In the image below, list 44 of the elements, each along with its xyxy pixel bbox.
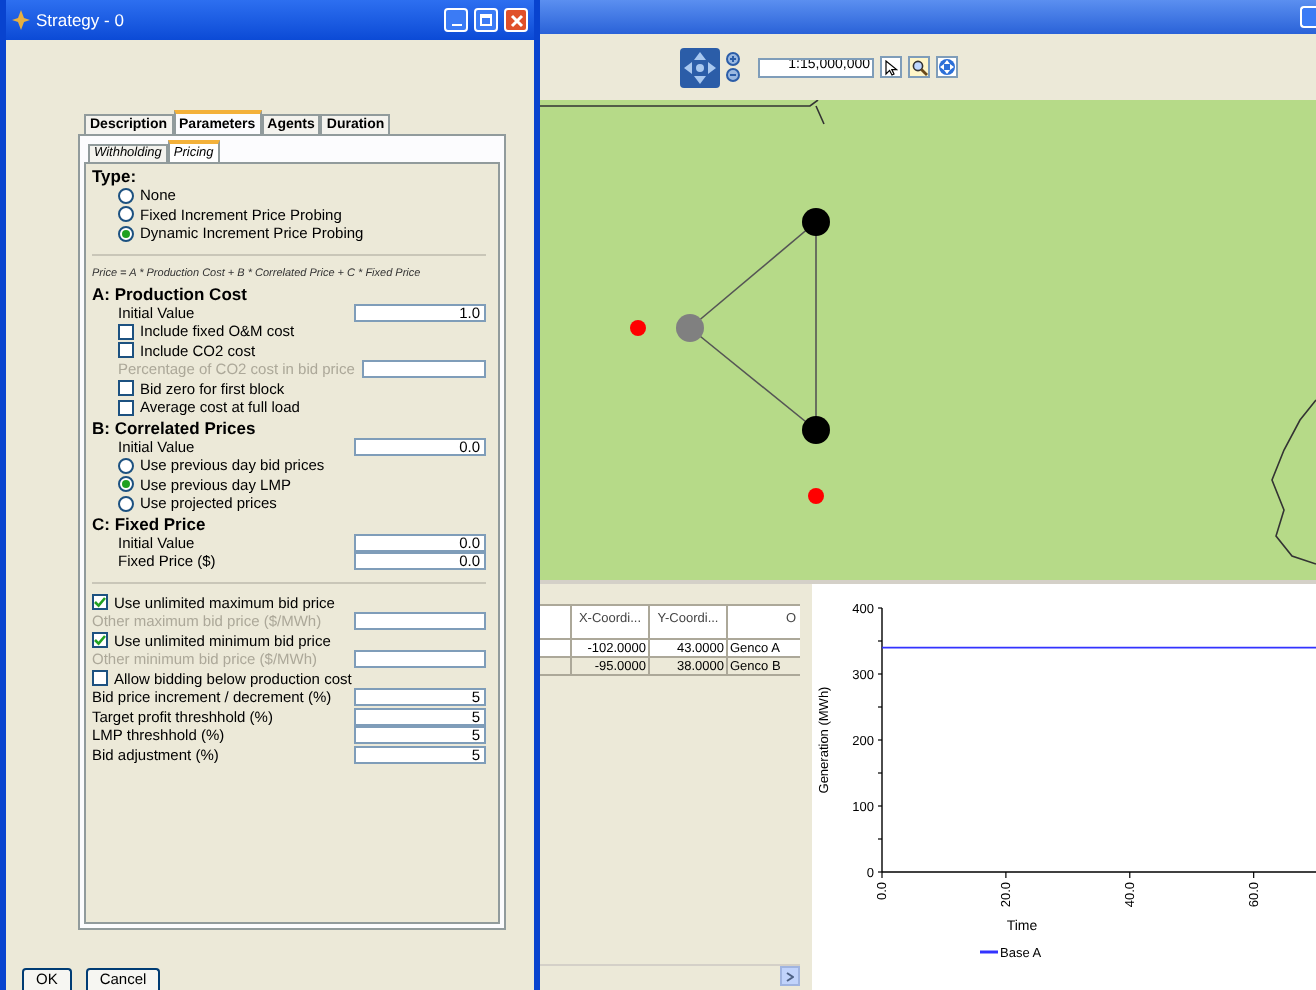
- close-button[interactable]: [504, 8, 528, 32]
- radio-button[interactable]: [118, 206, 134, 223]
- section-heading: C: Fixed Price: [92, 513, 208, 533]
- zoom-in-icon[interactable]: [726, 52, 740, 66]
- radio-button[interactable]: [118, 457, 134, 474]
- check-icon: [94, 596, 106, 609]
- magnifier-button[interactable]: [908, 56, 930, 78]
- check-icon: [94, 634, 106, 647]
- text-field[interactable]: [362, 360, 486, 379]
- radio-button[interactable]: [118, 476, 134, 493]
- node-dot[interactable]: [676, 314, 704, 342]
- text-field[interactable]: [354, 650, 486, 669]
- node-dot[interactable]: [802, 416, 830, 444]
- app-icon: [12, 10, 30, 30]
- node-dot[interactable]: [630, 320, 646, 336]
- checkbox[interactable]: [92, 670, 108, 687]
- zoom-out-icon[interactable]: [726, 68, 740, 82]
- window-title: Strategy - 0: [36, 7, 124, 33]
- node-dot[interactable]: [802, 208, 830, 236]
- section-heading: B: Correlated Prices: [92, 417, 258, 437]
- pan-arrows-icon[interactable]: [680, 47, 720, 87]
- checkbox[interactable]: [118, 380, 134, 397]
- checkbox[interactable]: [92, 594, 108, 611]
- section-heading: Type:: [92, 166, 139, 186]
- checkbox[interactable]: [118, 342, 134, 359]
- radio-button[interactable]: [118, 187, 134, 204]
- section-heading: A: Production Cost: [92, 283, 249, 303]
- close-icon: [509, 13, 523, 27]
- scroll-right-button[interactable]: [780, 966, 800, 986]
- radio-button[interactable]: [118, 225, 134, 242]
- magnifier-icon: [911, 59, 927, 75]
- pointer-button[interactable]: [880, 56, 902, 78]
- node-dot[interactable]: [808, 488, 824, 504]
- pan-button[interactable]: [936, 56, 958, 78]
- text-field[interactable]: [354, 612, 486, 631]
- maximize-button[interactable]: [474, 8, 498, 32]
- minimize-button[interactable]: [1300, 6, 1316, 28]
- checkbox[interactable]: [92, 632, 108, 649]
- checkbox[interactable]: [118, 323, 134, 340]
- pointer-icon: [884, 59, 898, 75]
- minimize-button[interactable]: [444, 8, 468, 32]
- pan-icon: [938, 58, 956, 76]
- checkbox[interactable]: [118, 399, 134, 416]
- radio-button[interactable]: [118, 495, 134, 512]
